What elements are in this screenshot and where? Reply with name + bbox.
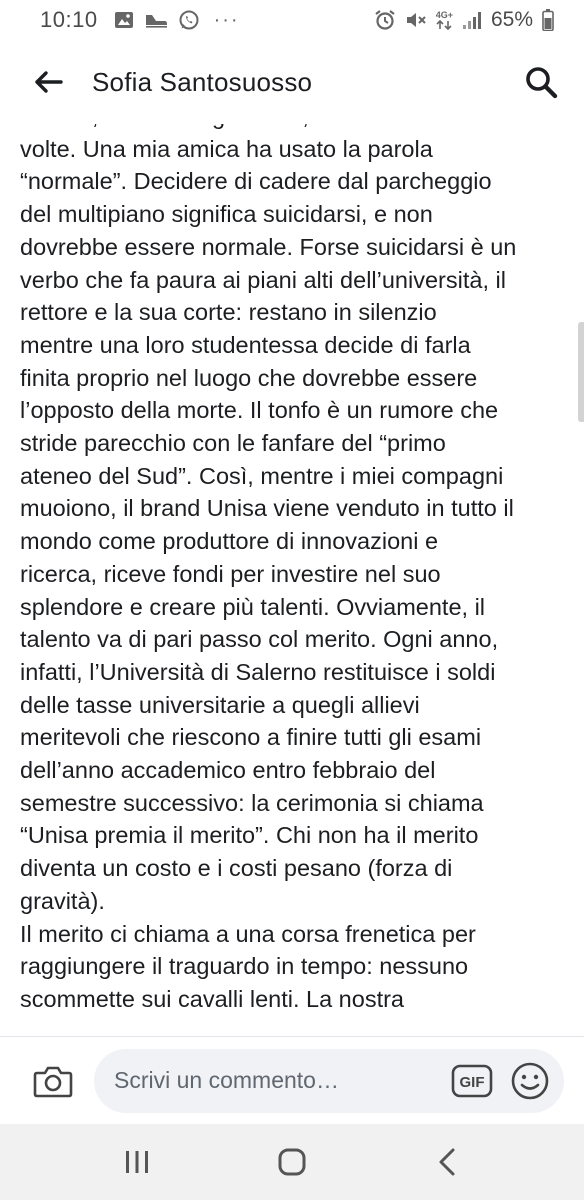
post-line: splendore e creare più talenti. Ovviamen… (20, 593, 486, 620)
smiley-icon (511, 1062, 549, 1099)
arrow-left-icon (35, 71, 63, 93)
app-header: Sofia Santosuosso (0, 40, 584, 124)
comment-placeholder: Scrivi un commento… (114, 1067, 339, 1093)
home-icon (278, 1148, 306, 1176)
comment-input[interactable]: Scrivi un commento… GIF (94, 1048, 564, 1113)
system-nav-bar (0, 1124, 584, 1200)
post-line: “normale”. Decidere di cadere dal parche… (20, 168, 492, 195)
battery-percentage: 65% (490, 8, 533, 31)
alarm-icon (374, 9, 396, 31)
whatsapp-icon (178, 9, 200, 31)
post-line: “Unisa premia il merito”. Chi non ha il … (20, 822, 479, 849)
post-line: cadere, succede ogni anno, anche due o t… (20, 124, 568, 133)
post-line: infatti, l’Università di Salerno restitu… (20, 658, 496, 685)
post-line: delle tasse universitarie a quegli allie… (20, 691, 420, 718)
home-button[interactable] (262, 1132, 322, 1192)
post-line: del multipiano significa suicidarsi, e n… (20, 201, 433, 228)
recents-icon (126, 1151, 149, 1173)
search-button[interactable] (516, 57, 566, 107)
post-body: cadere, succede ogni anno, anche due o t… (20, 124, 568, 1016)
post-line: semestre successivo: la cerimonia si chi… (20, 789, 484, 816)
post-line: rettore e la sua corte: restano in silen… (20, 299, 437, 326)
post-line: volte. Una mia amica ha usato la parola (20, 135, 433, 162)
gallery-icon (114, 11, 134, 29)
gif-button[interactable]: GIF (450, 1061, 494, 1101)
post-line: muoiono, il brand Unisa viene venduto in… (20, 495, 514, 522)
network-indicator: 4G+ (435, 9, 453, 30)
page-title: Sofia Santosuosso (92, 66, 313, 97)
back-button[interactable] (28, 62, 68, 102)
comment-bar: Scrivi un commento… GIF (0, 1036, 584, 1124)
signal-icon (462, 10, 482, 30)
post-content[interactable]: cadere, succede ogni anno, anche due o t… (0, 124, 584, 1036)
camera-icon (33, 1066, 73, 1097)
battery-icon (542, 9, 554, 31)
post-line: talento va di pari passo col merito. Ogn… (20, 626, 499, 653)
skate-icon (144, 11, 168, 29)
search-icon (526, 67, 558, 99)
status-time: 10:10 (40, 7, 98, 32)
post-line: l’opposto della morte. Il tonfo è un rum… (20, 397, 499, 424)
status-left: 10:10 ··· (40, 7, 240, 33)
post-line: mentre una loro studentessa decide di fa… (20, 331, 471, 358)
emoji-button[interactable] (508, 1059, 552, 1103)
post-line: raggiungere il traguardo in tempo: nessu… (20, 953, 469, 980)
post-line: gravità). (20, 887, 105, 914)
post-line: ateneo del Sud”. Così, mentre i miei com… (20, 462, 504, 489)
post-line: mondo come produttore di innovazioni e (20, 528, 439, 555)
post-line: dell’anno accademico entro febbraio del (20, 757, 436, 784)
post-line: verbo che fa paura ai piani alti dell’un… (20, 266, 506, 293)
status-right: 4G+ 65% (374, 8, 554, 32)
post-line: stride parecchio con le fanfare del “pri… (20, 430, 446, 457)
post-line: scommette sui cavalli lenti. La nostra (20, 985, 404, 1012)
post-line: finita proprio nel luogo che dovrebbe es… (20, 364, 478, 391)
status-bar: 10:10 ··· 4G+ 65% (0, 0, 584, 40)
post-line: ricerca, riceve fondi per investire nel … (20, 560, 441, 587)
recents-button[interactable] (107, 1132, 167, 1192)
gif-label: GIF (460, 1074, 485, 1091)
scrollbar-thumb[interactable] (578, 322, 584, 422)
post-line: diventa un costo e i costi pesano (forza… (20, 855, 453, 882)
nav-back-button[interactable] (417, 1132, 477, 1192)
network-type: 4G+ (435, 9, 453, 20)
more-notifications-dots: ··· (213, 8, 240, 31)
camera-button[interactable] (30, 1058, 76, 1104)
post-line: meritevoli che riescono a finire tutti g… (20, 724, 482, 751)
nav-back-icon (439, 1148, 455, 1176)
post-line: Il merito ci chiama a una corsa frenetic… (20, 920, 476, 947)
post-line: dovrebbe essere normale. Forse suicidars… (20, 233, 517, 260)
mute-icon (405, 10, 427, 30)
